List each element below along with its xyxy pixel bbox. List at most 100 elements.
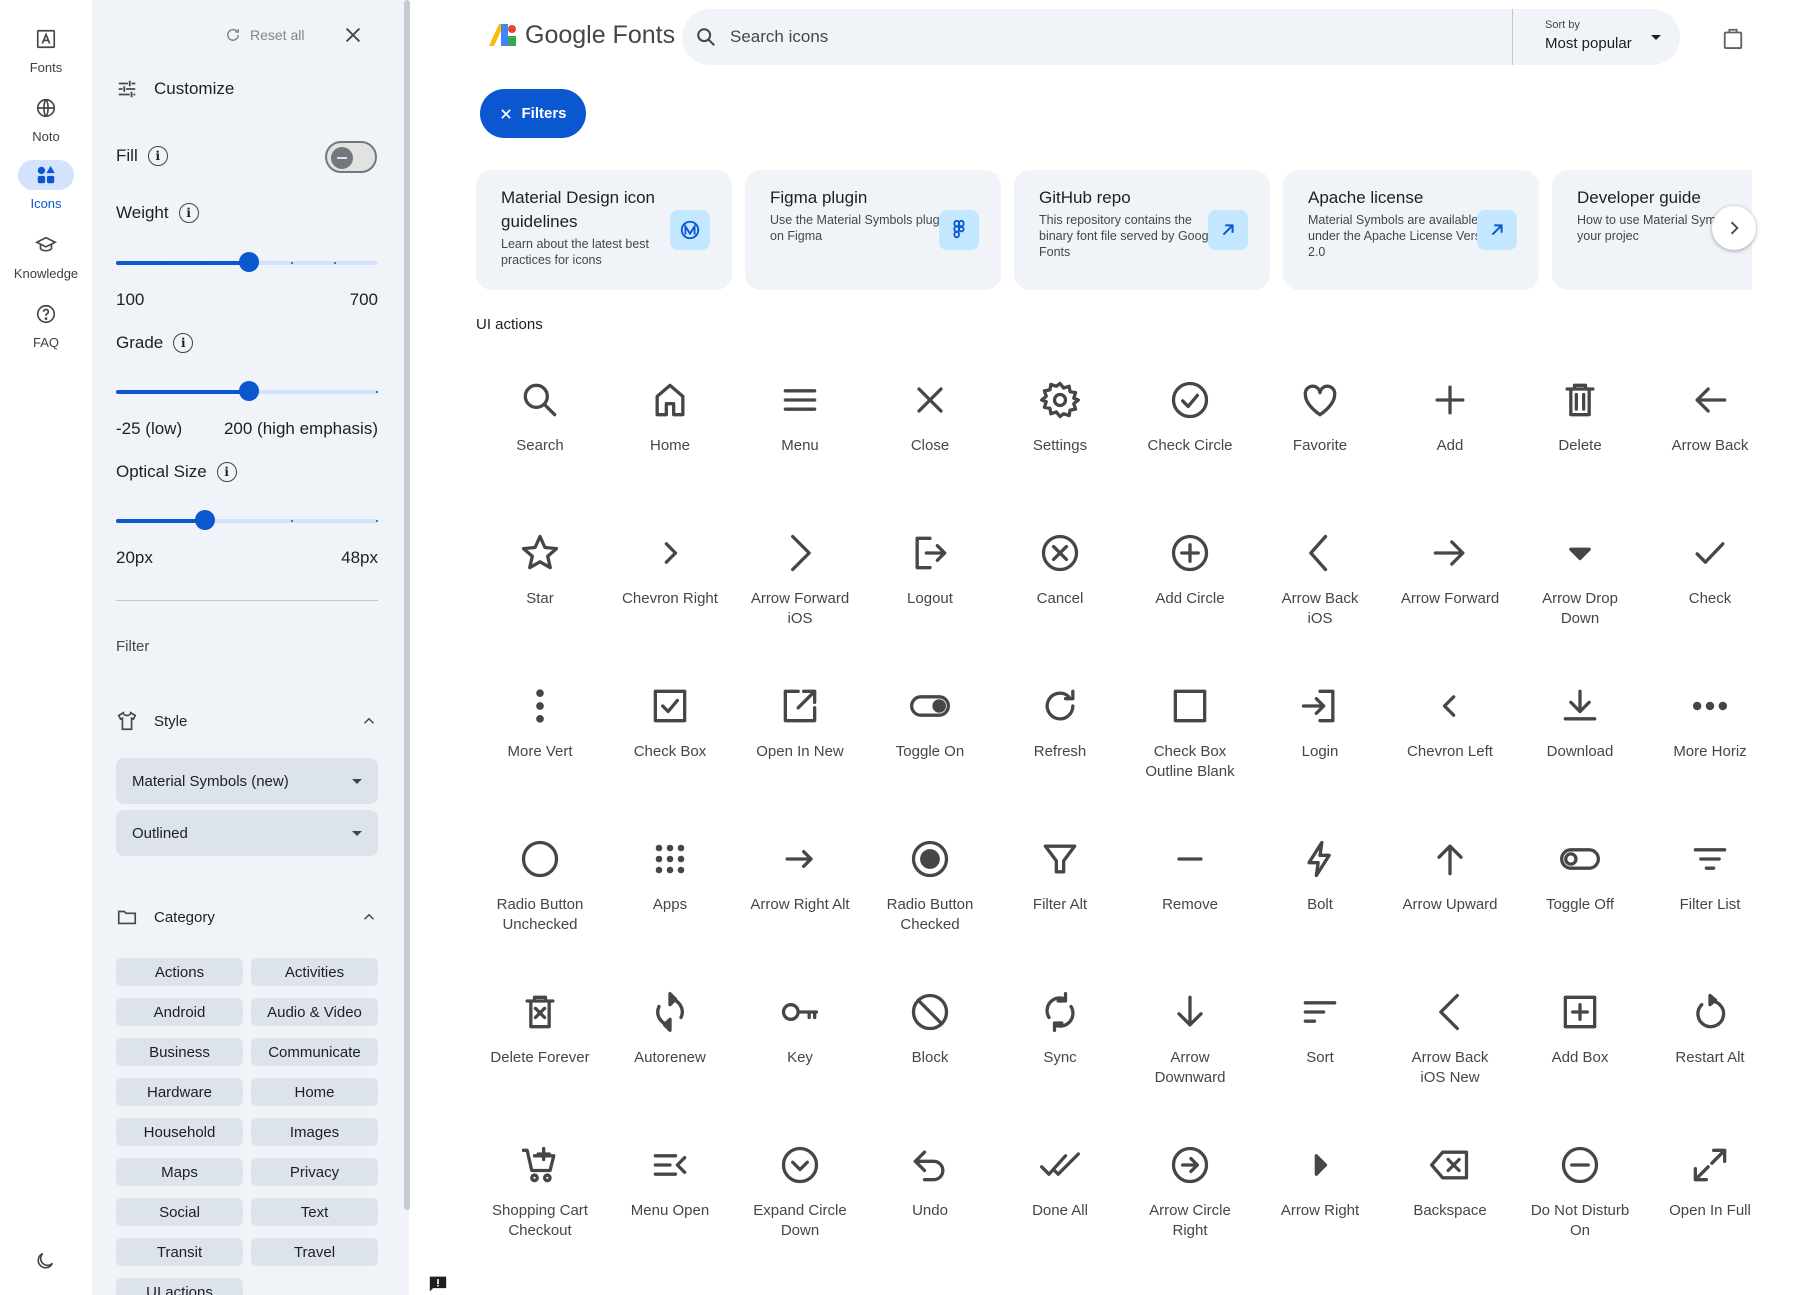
icon-tile-arrow-drop-down[interactable]: Arrow Drop Down [1515, 523, 1645, 676]
icon-tile-check[interactable]: Check [1645, 523, 1775, 676]
icon-tile-arrow-right-alt[interactable]: Arrow Right Alt [735, 829, 865, 982]
icon-tile-backspace[interactable]: Backspace [1385, 1135, 1515, 1288]
icon-tile-more-horiz[interactable]: More Horiz [1645, 676, 1775, 829]
style-section-header[interactable]: Style [116, 710, 378, 732]
icon-tile-star[interactable]: Star [475, 523, 605, 676]
icon-tile-delete-forever[interactable]: Delete Forever [475, 982, 605, 1135]
icon-tile-open-in-full[interactable]: Open In Full [1645, 1135, 1775, 1288]
grade-slider[interactable] [116, 381, 378, 401]
reset-all-button[interactable]: Reset all [224, 26, 304, 44]
category-chip[interactable]: Android [116, 998, 243, 1026]
icon-tile-check-circle[interactable]: Check Circle [1125, 370, 1255, 523]
optical-size-slider-thumb[interactable] [195, 510, 215, 530]
icon-tile-remove[interactable]: Remove [1125, 829, 1255, 982]
icon-tile-arrow-circle-right[interactable]: Arrow Circle Right [1125, 1135, 1255, 1288]
category-chip[interactable]: Actions [116, 958, 243, 986]
icon-tile-add[interactable]: Add [1385, 370, 1515, 523]
icon-tile-chevron-left[interactable]: Chevron Left [1385, 676, 1515, 829]
category-chip[interactable]: Privacy [251, 1158, 378, 1186]
icon-tile-toggle-off[interactable]: Toggle Off [1515, 829, 1645, 982]
info-icon[interactable]: i [173, 333, 194, 353]
card-apache-license[interactable]: Apache license Material Symbols are avai… [1283, 170, 1539, 290]
category-chip[interactable]: UI actions [116, 1278, 243, 1295]
icon-tile-open-in-new[interactable]: Open In New [735, 676, 865, 829]
icon-tile-search[interactable]: Search [475, 370, 605, 523]
icon-tile-sort[interactable]: Sort [1255, 982, 1385, 1135]
icon-tile-login[interactable]: Login [1255, 676, 1385, 829]
icon-tile-close[interactable]: Close [865, 370, 995, 523]
icon-tile-refresh[interactable]: Refresh [995, 676, 1125, 829]
info-icon[interactable]: i [178, 203, 199, 223]
nav-item-fonts[interactable]: Fonts [0, 24, 92, 75]
icon-tile-block[interactable]: Block [865, 982, 995, 1135]
close-panel-icon[interactable] [342, 24, 364, 46]
icon-tile-arrow-forward-ios[interactable]: Arrow Forward iOS [735, 523, 865, 676]
style-variant-select[interactable]: Outlined [116, 810, 378, 856]
card-figma-plugin[interactable]: Figma plugin Use the Material Symbols pl… [745, 170, 1001, 290]
icon-tile-favorite[interactable]: Favorite [1255, 370, 1385, 523]
icon-tile-add-box[interactable]: Add Box [1515, 982, 1645, 1135]
category-section-header[interactable]: Category [116, 906, 378, 928]
grade-slider-thumb[interactable] [239, 381, 259, 401]
icon-tile-check-box-outline-blank[interactable]: Check Box Outline Blank [1125, 676, 1255, 829]
nav-item-faq[interactable]: FAQ [0, 299, 92, 350]
icon-tile-expand-circle-down[interactable]: Expand Circle Down [735, 1135, 865, 1288]
category-chip[interactable]: Hardware [116, 1078, 243, 1106]
icon-tile-arrow-back[interactable]: Arrow Back [1645, 370, 1775, 523]
icon-tile-filter-alt[interactable]: Filter Alt [995, 829, 1125, 982]
category-chip[interactable]: Household [116, 1118, 243, 1146]
icon-tile-arrow-back-ios-new[interactable]: Arrow Back iOS New [1385, 982, 1515, 1135]
info-icon[interactable]: i [216, 462, 237, 482]
icon-tile-menu[interactable]: Menu [735, 370, 865, 523]
icon-tile-arrow-forward[interactable]: Arrow Forward [1385, 523, 1515, 676]
icon-tile-arrow-right[interactable]: Arrow Right [1255, 1135, 1385, 1288]
category-chip[interactable]: Home [251, 1078, 378, 1106]
icon-tile-do-not-disturb-on[interactable]: Do Not Disturb On [1515, 1135, 1645, 1288]
icon-tile-arrow-downward[interactable]: Arrow Downward [1125, 982, 1255, 1135]
icon-tile-autorenew[interactable]: Autorenew [605, 982, 735, 1135]
category-chip[interactable]: Social [116, 1198, 243, 1226]
category-chip[interactable]: Business [116, 1038, 243, 1066]
category-chip[interactable]: Images [251, 1118, 378, 1146]
icon-tile-settings[interactable]: Settings [995, 370, 1125, 523]
icon-tile-shopping-cart-checkout[interactable]: Shopping Cart Checkout [475, 1135, 605, 1288]
icon-tile-sync[interactable]: Sync [995, 982, 1125, 1135]
icon-tile-apps[interactable]: Apps [605, 829, 735, 982]
category-chip[interactable]: Text [251, 1198, 378, 1226]
weight-slider[interactable] [116, 252, 378, 272]
nav-item-noto[interactable]: Noto [0, 93, 92, 144]
icon-tile-cancel[interactable]: Cancel [995, 523, 1125, 676]
weight-slider-thumb[interactable] [239, 252, 259, 272]
info-icon[interactable]: i [147, 146, 168, 166]
nav-item-knowledge[interactable]: Knowledge [0, 230, 92, 281]
icon-tile-arrow-back-ios[interactable]: Arrow Back iOS [1255, 523, 1385, 676]
card-material-guidelines[interactable]: Material Design icon guidelines Learn ab… [476, 170, 732, 290]
category-chip[interactable]: Travel [251, 1238, 378, 1266]
icon-tile-done-all[interactable]: Done All [995, 1135, 1125, 1288]
icon-tile-more-vert[interactable]: More Vert [475, 676, 605, 829]
filters-button[interactable]: Filters [480, 89, 586, 138]
icon-tile-delete[interactable]: Delete [1515, 370, 1645, 523]
category-chip[interactable]: Maps [116, 1158, 243, 1186]
shopping-bag-icon[interactable] [1722, 26, 1744, 50]
sort-dropdown[interactable]: Sort by Most popular [1512, 9, 1680, 65]
panel-scrollbar[interactable] [404, 0, 410, 1210]
icon-tile-check-box[interactable]: Check Box [605, 676, 735, 829]
icon-tile-toggle-on[interactable]: Toggle On [865, 676, 995, 829]
icon-tile-radio-button-unchecked[interactable]: Radio Button Unchecked [475, 829, 605, 982]
icon-tile-bolt[interactable]: Bolt [1255, 829, 1385, 982]
icon-tile-menu-open[interactable]: Menu Open [605, 1135, 735, 1288]
icon-tile-home[interactable]: Home [605, 370, 735, 523]
category-chip[interactable]: Communicate [251, 1038, 378, 1066]
category-chip[interactable]: Transit [116, 1238, 243, 1266]
card-github-repo[interactable]: GitHub repo This repository contains the… [1014, 170, 1270, 290]
icon-tile-filter-list[interactable]: Filter List [1645, 829, 1775, 982]
google-fonts-logo[interactable]: Google Fonts [487, 20, 675, 50]
optical-size-slider[interactable] [116, 510, 378, 530]
icon-tile-key[interactable]: Key [735, 982, 865, 1135]
dark-mode-icon[interactable] [34, 1250, 56, 1272]
category-chip[interactable]: Activities [251, 958, 378, 986]
search-input[interactable] [730, 19, 1430, 55]
icon-tile-arrow-upward[interactable]: Arrow Upward [1385, 829, 1515, 982]
icon-tile-download[interactable]: Download [1515, 676, 1645, 829]
